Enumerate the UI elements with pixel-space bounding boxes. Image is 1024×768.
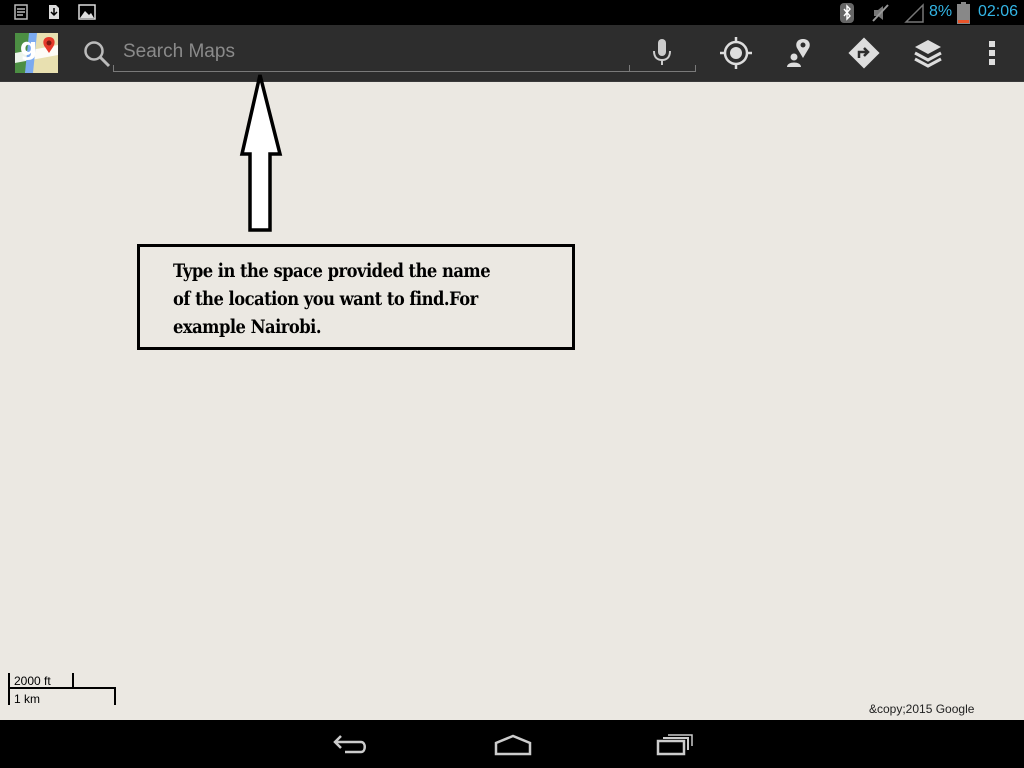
local-place-icon[interactable] (783, 36, 817, 70)
search-icon[interactable] (82, 39, 112, 69)
back-icon[interactable] (331, 730, 371, 758)
instruction-line-1: Type in the space provided the name (173, 260, 491, 282)
battery-icon (957, 2, 970, 24)
search-underline-edge-right (695, 65, 696, 72)
download-icon (49, 5, 59, 19)
instruction-line-2: of the location you want to find.For (173, 288, 478, 310)
recent-apps-icon[interactable] (655, 730, 695, 758)
search-underline-edge-left (113, 65, 114, 72)
clock: 02:06 (978, 3, 1019, 20)
search-underline-divider (629, 65, 630, 72)
directions-icon[interactable] (847, 36, 881, 70)
microphone-icon[interactable] (649, 37, 675, 67)
signal-icon (904, 3, 924, 23)
map-copyright: &copy;2015 Google (869, 702, 975, 716)
mute-icon (872, 4, 889, 22)
layers-icon[interactable] (911, 36, 945, 70)
overflow-menu-icon[interactable] (975, 36, 1009, 70)
instruction-text: Type in the space provided the name of t… (173, 257, 543, 341)
instruction-line-3: example Nairobi. (173, 316, 322, 338)
home-icon[interactable] (493, 730, 533, 758)
maps-logo-icon[interactable]: g (15, 33, 58, 73)
annotation-arrow (239, 74, 283, 232)
instruction-callout: Type in the space provided the name of t… (137, 244, 575, 350)
map-canvas[interactable] (0, 82, 1024, 720)
scale-km-label: 1 km (14, 692, 41, 706)
system-navigation-bar (0, 720, 1024, 768)
svg-text:g: g (20, 33, 37, 61)
search-input[interactable] (113, 38, 638, 66)
maps-action-bar: g (0, 25, 1024, 82)
battery-percent: 8% (929, 3, 953, 20)
notes-icon (14, 4, 28, 20)
bluetooth-icon (840, 3, 854, 23)
my-location-icon[interactable] (719, 36, 753, 70)
status-bar: 8% 02:06 (0, 0, 1024, 25)
search-underline (113, 71, 696, 72)
scale-feet-label: 2000 ft (14, 674, 51, 688)
image-icon (78, 4, 96, 20)
